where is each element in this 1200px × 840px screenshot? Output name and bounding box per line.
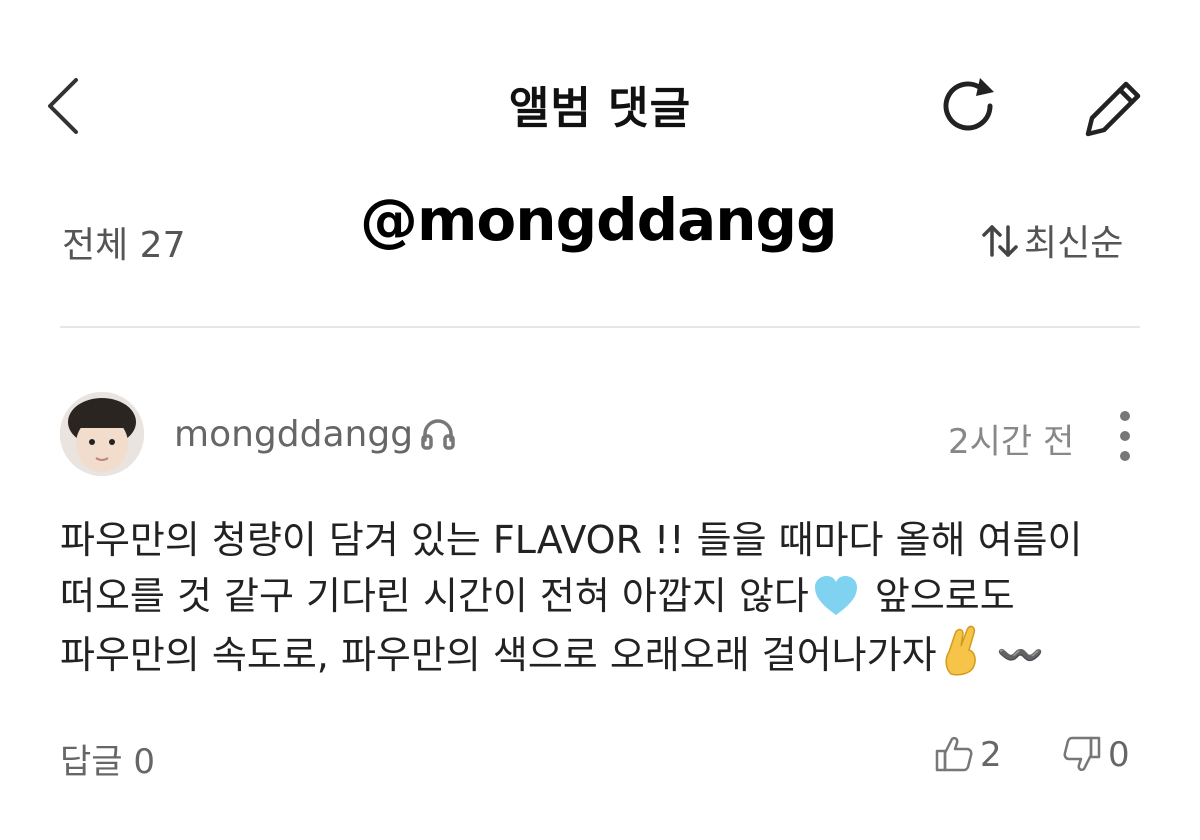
dislike-count: 0 bbox=[1108, 735, 1130, 775]
thumbs-down-icon bbox=[1063, 736, 1101, 772]
comment-text-3: 〰️ bbox=[996, 633, 1044, 677]
comment-time: 2시간 전 bbox=[948, 422, 1075, 462]
crossed-fingers-icon bbox=[945, 625, 976, 676]
comment-author[interactable]: mongddangg bbox=[174, 414, 457, 455]
avatar[interactable] bbox=[60, 392, 144, 476]
chevron-left-icon bbox=[48, 78, 78, 134]
edit-button[interactable] bbox=[1080, 74, 1148, 142]
back-button[interactable] bbox=[38, 74, 98, 138]
refresh-icon bbox=[943, 78, 994, 131]
divider bbox=[60, 326, 1140, 328]
username-label: mongddangg bbox=[174, 414, 414, 455]
reply-button[interactable]: 답글 0 bbox=[60, 734, 155, 783]
sort-arrows-icon bbox=[982, 225, 1018, 257]
refresh-button[interactable] bbox=[934, 72, 1002, 140]
like-count: 2 bbox=[980, 735, 1002, 775]
comment-count: 전체 27 bbox=[62, 225, 186, 266]
light-blue-heart-icon bbox=[814, 576, 857, 615]
sort-label: 최신순 bbox=[1024, 223, 1124, 264]
watermark-text: @mongddangg bbox=[360, 186, 838, 254]
comment-body: 파우만의 청량이 담겨 있는 FLAVOR !! 들을 때마다 올해 여름이 떠… bbox=[60, 512, 1150, 683]
more-vertical-icon bbox=[1120, 411, 1130, 461]
avatar-image bbox=[60, 392, 144, 476]
like-button[interactable]: 2 bbox=[934, 734, 1002, 775]
pencil-icon bbox=[1085, 81, 1141, 137]
sort-button[interactable]: 최신순 bbox=[980, 214, 1123, 266]
thumbs-up-icon bbox=[935, 736, 973, 772]
more-options-button[interactable] bbox=[1108, 408, 1142, 464]
header-bar bbox=[0, 0, 1200, 200]
dislike-button[interactable]: 0 bbox=[1062, 734, 1130, 775]
headphone-icon bbox=[421, 419, 455, 450]
